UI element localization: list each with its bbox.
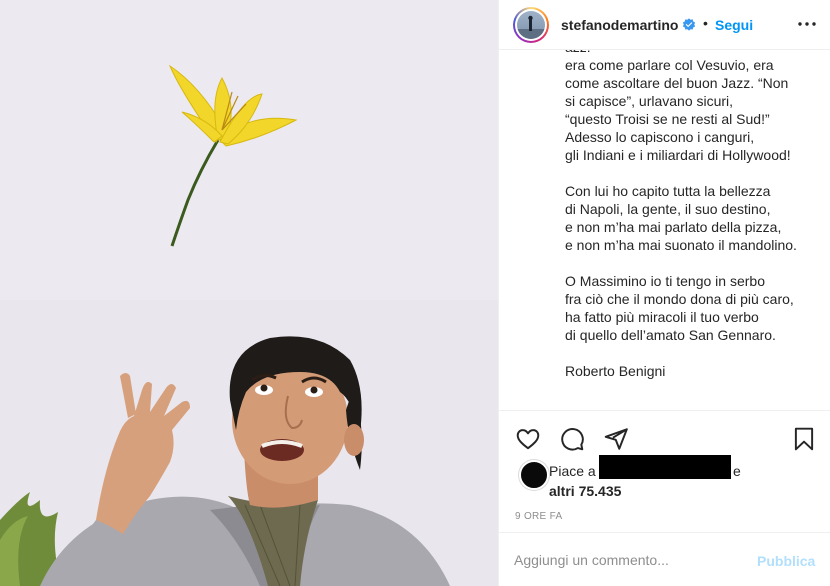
caption-paragraph: O Massimino io ti tengo in serbo fra ciò… [565,273,794,343]
likes-summary: Piace a e altri 75.435 [499,455,830,500]
caption-paragraph: azz!” era come parlare col Vesuvio, era … [565,50,791,163]
bookmark-icon[interactable] [791,426,817,452]
username-link[interactable]: stefanodemartino [561,17,678,33]
likes-prefix: Piace a [549,463,596,479]
verified-badge-icon [682,18,696,31]
post-header: stefanodemartino • Segui [499,0,830,50]
post-side-panel: stefanodemartino • Segui azz!” era come … [498,0,830,586]
comment-bar: Pubblica [499,532,830,586]
post-photo[interactable] [0,0,498,586]
photo-illustration [0,0,498,586]
avatar-border [515,9,547,41]
publish-button[interactable]: Pubblica [757,553,815,569]
redacted-username [599,455,731,479]
avatar-figure [517,15,545,39]
profile-avatar[interactable] [513,7,549,43]
post-timestamp[interactable]: 9 ore fa [515,511,562,522]
heart-icon[interactable] [515,426,541,452]
more-options-icon[interactable] [795,12,819,36]
comment-icon[interactable] [559,426,585,452]
follow-button[interactable]: Segui [715,17,753,33]
likes-count-link[interactable]: altri 75.435 [549,483,621,499]
caption-signature: Roberto Benigni [565,363,666,379]
likes-conjunction: e [733,463,741,479]
caption-scroll-area[interactable]: azz!” era come parlare col Vesuvio, era … [499,50,830,411]
liker-avatar[interactable] [519,460,549,490]
paper-plane-icon[interactable] [603,426,629,452]
header-separator: • [703,15,708,31]
avatar-image [517,11,545,39]
comment-input[interactable] [514,549,744,571]
caption-text: azz!” era come parlare col Vesuvio, era … [565,50,827,398]
instagram-post: stefanodemartino • Segui azz!” era come … [0,0,830,586]
caption-paragraph: Con lui ho capito tutta la bellezza di N… [565,183,797,253]
post-actions [499,418,830,458]
